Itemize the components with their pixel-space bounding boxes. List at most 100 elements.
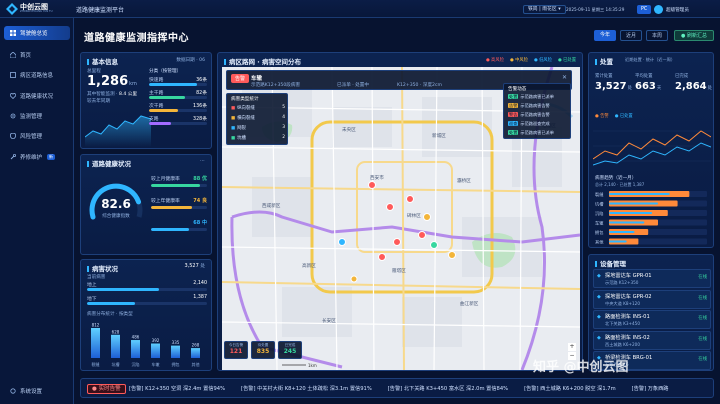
tab-recent-month[interactable]: 近月 — [620, 30, 642, 41]
category-bar — [149, 122, 207, 125]
right-overlay-text: 示范路病害已派单 — [520, 130, 554, 135]
map-legend-item[interactable]: ● 中风险 — [510, 57, 528, 63]
right-overlay-text: 示范路病害已派单 — [520, 94, 554, 99]
nav-item-road-info[interactable]: 病区道路信息 — [4, 68, 70, 82]
disease-row-bar — [87, 302, 207, 305]
left-overlay-value: 3 — [282, 125, 285, 130]
page-title: 道路健康监测指挥中心 — [84, 33, 189, 44]
right-overlay-row[interactable]: 巡查 示范路巡查完成 — [508, 121, 570, 129]
nav-item-cockpit[interactable]: 驾驶舱总览 — [4, 26, 70, 40]
right-overlay-text: 示范路巡查完成 — [520, 121, 550, 126]
right-overlay-tag: 处置 — [508, 130, 519, 135]
map-legend: ● 高风险 ● 中风险 ● 低风险 ● 已处置 — [486, 57, 576, 63]
category-label: 快速路 — [149, 78, 164, 83]
left-overlay-row[interactable]: ■ 网裂 3 — [231, 125, 285, 133]
device-item[interactable]: ◆ 路面检测车 INS-02 西土城路 K6+200 在线 — [593, 330, 711, 350]
refresh-label: 刷新汇总 — [686, 33, 707, 39]
heart-icon — [10, 93, 16, 99]
period-tabs: 今年 近月 本周 — [594, 30, 668, 41]
map-legend-item[interactable]: ● 已处置 — [558, 57, 576, 63]
health-bar-fill — [151, 206, 193, 209]
nav-item-home[interactable]: 首页 — [4, 48, 70, 62]
health-panel: 道路健康状况 ⋯ 82.6 综合健康指数 较上月健康率 88 优较上年健康率 74 … — [80, 154, 212, 255]
refresh-button[interactable]: ● 刷新汇总 — [674, 30, 714, 41]
health-bar-fill — [151, 228, 190, 231]
category-item: 支路 328条 — [149, 115, 207, 127]
device-item[interactable]: ◆ 探地雷达车 GPR-02 中央大道 K8+120 在线 — [593, 289, 711, 309]
ticker-items: [告警] K12+350 空洞 深2.4m 置信94% [告警] 中关村大街 K8… — [129, 385, 669, 392]
disease-bar-value: 335 — [172, 340, 180, 345]
health-bar — [151, 184, 207, 187]
left-overlay-title: 病害类型统计 — [231, 97, 259, 102]
health-item-label: 较上月健康率 — [151, 177, 180, 182]
disease-cat-title: 病害分布统计 · 按类型 — [87, 312, 133, 317]
device-item[interactable]: ◆ 路面检测车 INS-01 北下关路 K3+450 在线 — [593, 310, 711, 329]
popup-tag: 告警 — [231, 74, 250, 83]
disposal-title: 处置 — [595, 56, 613, 66]
device-status: 在线 — [698, 336, 707, 342]
category-value: 136条 — [193, 104, 207, 109]
basic-info-meta: 数据日期 · 06 — [176, 58, 205, 63]
map-legend-item[interactable]: ● 高风险 — [486, 57, 504, 63]
right-overlay-row[interactable]: 处置 示范路病害已派单 — [508, 130, 570, 138]
gear-icon — [10, 113, 16, 119]
tab-this-year[interactable]: 今年 — [594, 30, 616, 41]
disposal-kpi: 平均处置 663天 — [635, 73, 673, 109]
map-legend-item[interactable]: ● 低风险 — [534, 57, 552, 63]
disposal-kpi: 已完成 2,864处 — [675, 73, 713, 109]
nav-item-risk[interactable]: 风险管理 — [4, 129, 70, 143]
right-overlay-row[interactable]: 警告 示范路病害告警 — [508, 112, 570, 120]
close-icon[interactable]: ✕ — [562, 74, 567, 81]
disease-bar — [111, 334, 120, 358]
nav-label: 系统设置 — [20, 389, 43, 395]
category-bar — [149, 109, 207, 112]
nav-label: 道路健康状况 — [20, 94, 54, 100]
region-select[interactable]: 铁岗 | 雨花区 ▾ — [523, 5, 566, 14]
left-overlay-row[interactable]: ■ 坑槽 2 — [231, 135, 285, 143]
datetime: 2025-09-11 星期三 14:35:29 — [566, 7, 625, 12]
health-item: 68 中 — [151, 219, 207, 237]
smart-monitor-text: 其中智能监测 · 8.4 公里 — [87, 91, 137, 97]
disease-bar-label: 车辙 — [152, 361, 160, 367]
ticker-item[interactable]: [告警] 西土城路 K6+200 脱空 深1.7m — [524, 385, 616, 392]
zoom-in-button[interactable]: + — [568, 343, 576, 351]
map-area-label: 灞桥区 — [457, 177, 471, 184]
category-label: 支路 — [149, 117, 159, 122]
category-bar — [149, 83, 207, 86]
category-title: 分类（按管理） — [149, 69, 182, 74]
nav-item-monitor[interactable]: 监测管理 — [4, 109, 70, 123]
ticker-item[interactable]: [告警] 万象西路 — [632, 385, 669, 392]
device-item[interactable]: ◆ 探地雷达车 GPR-01 示范路 K12+350 在线 — [593, 269, 711, 288]
user-avatar[interactable] — [654, 5, 663, 14]
ticker-item[interactable]: [告警] K12+350 空洞 深2.4m 置信94% — [129, 385, 225, 392]
device-status: 在线 — [698, 275, 707, 280]
nav-item-maintenance[interactable]: 养修维护新 — [4, 150, 70, 164]
map-area-label: 雁塔区 — [392, 267, 406, 274]
disease-bar — [151, 343, 160, 358]
disease-bar-value: 268 — [192, 343, 200, 348]
nav-item-settings[interactable]: 系统设置 — [4, 384, 70, 398]
device-icon: ◆ — [597, 314, 601, 320]
right-overlay-row[interactable]: 处置 示范路病害已派单 — [508, 94, 570, 102]
ticker-item[interactable]: [告警] 中关村大街 K8+120 土体疏松 深3.1m 置信91% — [241, 385, 372, 392]
disposal-trend-chart — [593, 130, 711, 166]
basic-info-panel: 基本信息 数据日期 · 06 总里程 1,286km 其中智能监测 · 8.4 … — [80, 52, 212, 149]
left-overlay-row[interactable]: ■ 横向裂缝 4 — [231, 115, 285, 123]
devices-panel: 设备管理 ◆ 探地雷达车 GPR-01 示范路 K12+350 在线 ◆ 探地雷达车 GP… — [588, 254, 714, 371]
user-name[interactable]: 超级管理员 — [666, 7, 689, 13]
more-icon[interactable]: ⋯ — [200, 158, 205, 164]
disease-count-unit: 处 — [200, 264, 205, 269]
device-status: 在线 — [698, 357, 707, 362]
popup-line1: 示范路K12+350段病害 — [251, 83, 301, 88]
devices-title: 设备管理 — [595, 258, 626, 268]
disease-row-value: 2,140 — [193, 281, 207, 286]
right-overlay-row[interactable]: 告警 示范路病害告警 — [508, 103, 570, 111]
ticker-item[interactable]: [告警] 北下关路 K3+450 富水区 深2.0m 置信84% — [388, 385, 508, 392]
disposal-legend-item: ● 已处置 — [614, 114, 633, 119]
nav-item-road-health[interactable]: 道路健康状况 — [4, 89, 70, 103]
tab-this-week[interactable]: 本周 — [646, 30, 668, 41]
pc-button[interactable]: PC — [637, 5, 652, 14]
left-overlay-row[interactable]: ■ 纵向裂缝 5 — [231, 105, 285, 113]
map-stat-value: 245 — [283, 348, 297, 355]
health-item-value: 88 优 — [193, 176, 207, 182]
